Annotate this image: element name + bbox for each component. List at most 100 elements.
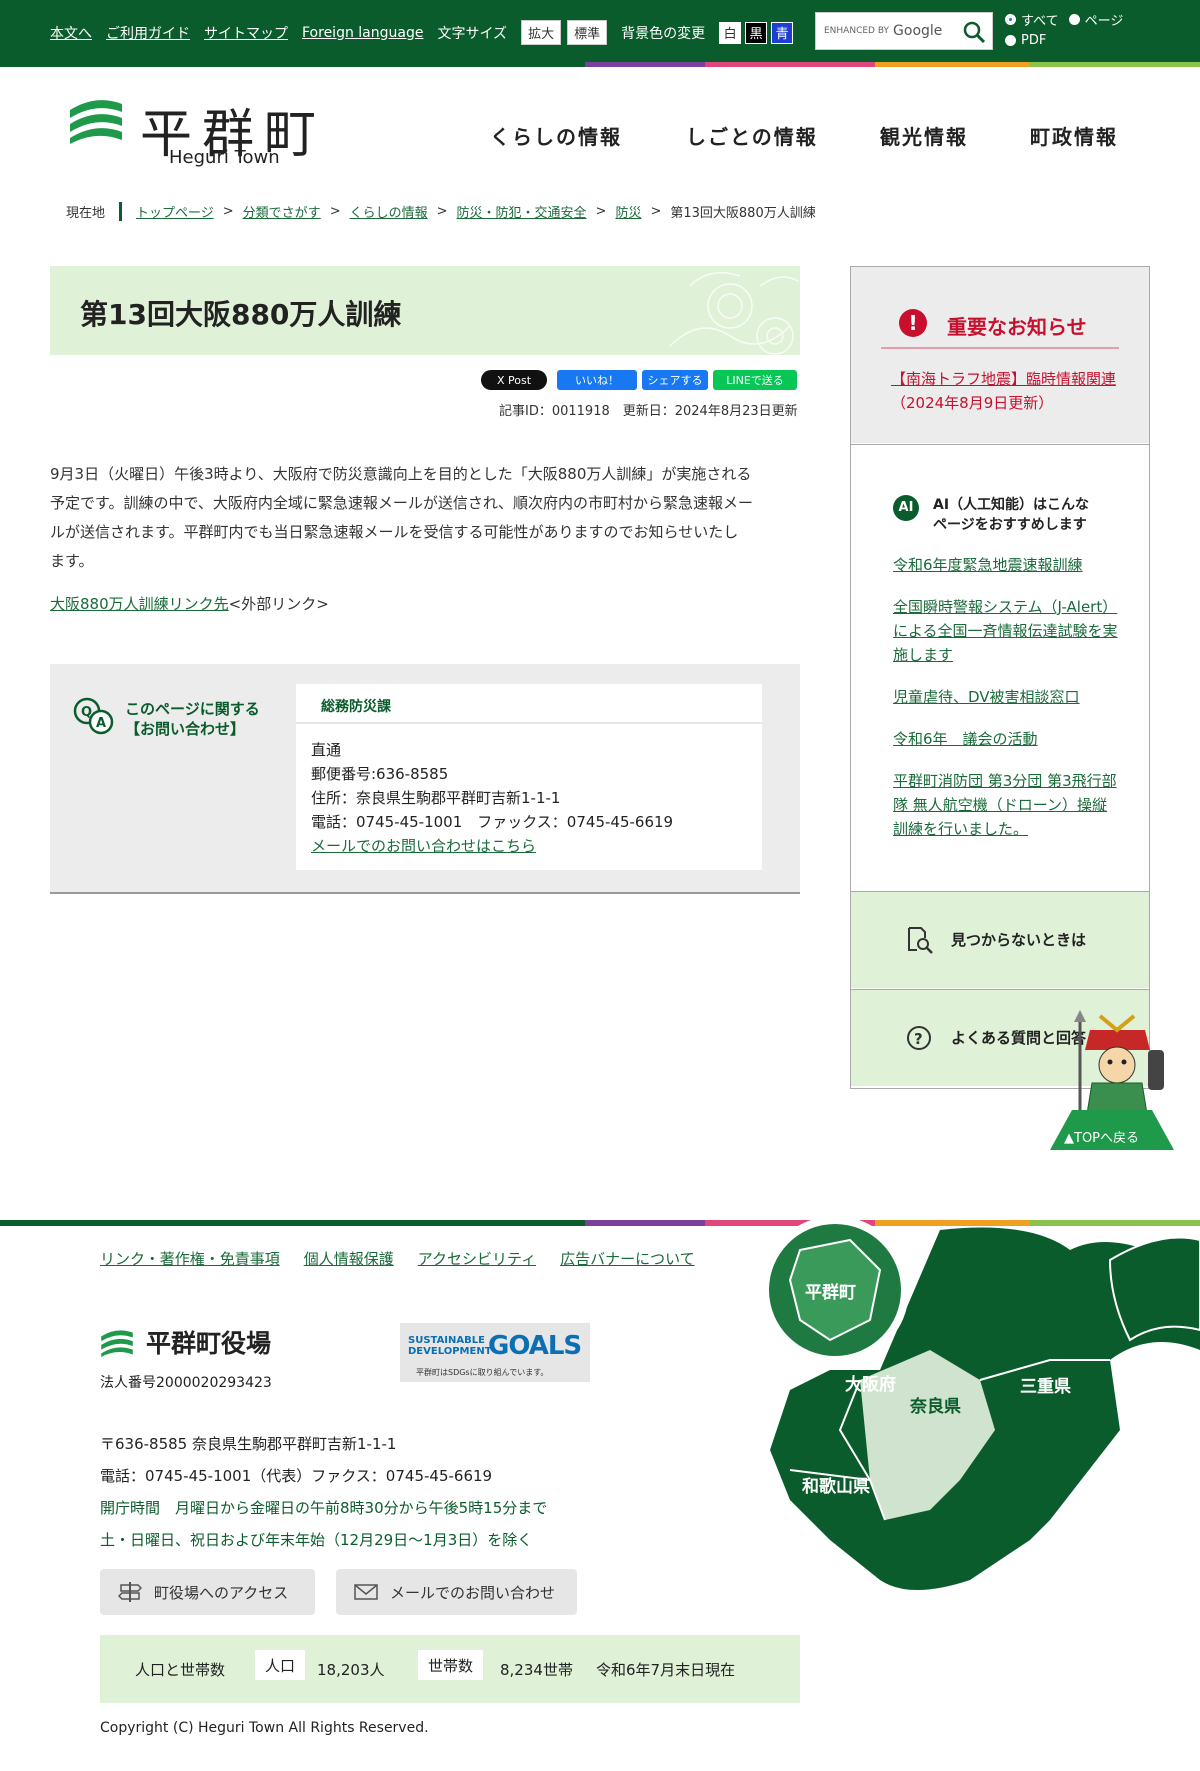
- sdgs-goals-text: GOALS: [488, 1331, 582, 1361]
- exclamation-icon: !: [899, 309, 927, 337]
- font-standard-button[interactable]: 標準: [567, 20, 608, 45]
- article-body-line: ます。: [50, 552, 94, 570]
- footer-link-ads[interactable]: 広告バナーについて: [560, 1248, 695, 1269]
- town-logo-english: Heguri Town: [169, 147, 280, 168]
- external-link-row: 大阪880万人訓練リンク先<外部リンク>: [50, 593, 329, 614]
- sitemap-link[interactable]: サイトマップ: [204, 23, 288, 43]
- office-phone: 電話：0745-45-1001（代表）ファクス：0745-45-6619: [100, 1467, 493, 1485]
- office-closed: 土・日曜日、祝日および年末年始（12月29日～1月3日）を除く: [100, 1531, 533, 1549]
- breadcrumb-current: 第13回大阪880万人訓練: [670, 206, 816, 221]
- mail-inquiry-button[interactable]: メールでのお問い合わせ: [336, 1569, 577, 1615]
- svg-text:A: A: [96, 716, 106, 731]
- ai-recommend: AI AI（人工知能）はこんな ページをおすすめします 令和6年度緊急地震速報訓…: [851, 444, 1149, 890]
- not-found-label: 見つからないときは: [951, 931, 1087, 949]
- osaka-training-link[interactable]: 大阪880万人訓練リンク先: [50, 595, 229, 613]
- contact-card: 総務防災課 直通 郵便番号:636-8585 住所：奈良県生駒郡平群町吉新1-1…: [296, 684, 762, 870]
- breadcrumb-disaster[interactable]: 防災: [615, 202, 641, 221]
- scope-page-label: ページ: [1084, 14, 1124, 29]
- page-title-box: 第13回大阪880万人訓練: [50, 266, 800, 355]
- mail-inquiry-label: メールでのお問い合わせ: [390, 1583, 556, 1602]
- recommend-link[interactable]: 令和6年度緊急地震速報訓練: [893, 553, 1118, 577]
- recommend-link[interactable]: 児童虐待、DV被害相談窓口: [893, 685, 1118, 709]
- population-bar: 人口と世帯数 人口 18,203人 世帯数 8,234世帯 令和6年7月末日現在: [100, 1635, 800, 1703]
- footer-links: リンク・著作権・免責事項 個人情報保護 アクセシビリティ 広告バナーについて: [100, 1248, 695, 1269]
- ai-recommend-title: AI（人工知能）はこんな ページをおすすめします: [933, 495, 1089, 535]
- sidebar: ! 重要なお知らせ 【南海トラフ地震】臨時情報関連 （2024年8月9日更新） A…: [850, 266, 1150, 1089]
- svg-text:?: ?: [914, 1030, 923, 1048]
- nankai-trough-link[interactable]: 【南海トラフ地震】臨時情報関連: [891, 370, 1116, 388]
- bg-black-button[interactable]: 黒: [745, 21, 768, 44]
- map-label-mie: 三重県: [1020, 1377, 1071, 1397]
- breadcrumb-category[interactable]: 分類でさがす: [243, 202, 321, 221]
- breadcrumb-sep: >: [329, 204, 341, 219]
- office-hours: 開庁時間 月曜日から金曜日の午前8時30分から午後5時15分まで: [100, 1499, 548, 1517]
- map-label-osaka: 大阪府: [845, 1375, 896, 1395]
- footer-link-privacy[interactable]: 個人情報保護: [304, 1248, 394, 1269]
- facebook-share-button[interactable]: シェアする: [642, 370, 708, 390]
- breadcrumb-top[interactable]: トップページ: [136, 202, 214, 221]
- town-logo-icon: [101, 1330, 133, 1357]
- font-enlarge-button[interactable]: 拡大: [521, 20, 562, 45]
- not-found-button[interactable]: 見つからないときは: [851, 891, 1149, 988]
- contact-line: 郵便番号:636-8585: [311, 765, 449, 783]
- important-notice-item: 【南海トラフ地震】臨時情報関連 （2024年8月9日更新）: [891, 367, 1121, 415]
- important-notice: ! 重要なお知らせ 【南海トラフ地震】臨時情報関連 （2024年8月9日更新）: [851, 267, 1149, 443]
- recommend-link[interactable]: 平群町消防団 第3分団 第3飛行部隊 無人航空機（ドローン）操縦訓練を行いました…: [893, 769, 1118, 841]
- nav-living[interactable]: くらしの情報: [490, 121, 622, 150]
- contact-mail-link[interactable]: メールでのお問い合わせはこちら: [311, 837, 536, 855]
- corporate-number: 法人番号2000020293423: [100, 1375, 272, 1391]
- town-logo-icon[interactable]: [68, 98, 124, 144]
- stripe: [0, 1220, 585, 1226]
- back-to-top-label: ▲TOPへ戻る: [1064, 1131, 1140, 1146]
- guide-link[interactable]: ご利用ガイド: [106, 23, 190, 43]
- divider: [881, 347, 1119, 349]
- breadcrumb-current-label: 現在地: [66, 202, 123, 221]
- scope-pdf-radio[interactable]: PDF: [1005, 33, 1046, 48]
- bg-blue-button[interactable]: 青: [771, 21, 794, 44]
- breadcrumb-safety[interactable]: 防災・防犯・交通安全: [457, 202, 587, 221]
- footer-link-accessibility[interactable]: アクセシビリティ: [418, 1248, 536, 1269]
- search-icon[interactable]: [962, 20, 986, 44]
- population-date: 令和6年7月末日現在: [596, 1661, 736, 1679]
- question-icon: ?: [907, 1026, 931, 1050]
- contact-line: 住所：奈良県生駒郡平群町吉新1-1-1: [311, 789, 561, 807]
- important-notice-title: 重要なお知らせ: [947, 315, 1087, 339]
- search-google-label: Google: [893, 23, 943, 39]
- breadcrumb: 現在地 トップページ > 分類でさがす > くらしの情報 > 防災・防犯・交通安全 > …: [66, 202, 816, 221]
- scope-pdf-label: PDF: [1021, 33, 1047, 48]
- scope-all-radio[interactable]: すべて: [1005, 10, 1059, 29]
- copyright: Copyright (C) Heguri Town All Rights Res…: [100, 1720, 429, 1736]
- page-title: 第13回大阪880万人訓練: [80, 298, 402, 331]
- breadcrumb-sep: >: [436, 204, 448, 219]
- recommend-link[interactable]: 全国瞬時警報システム（J-Alert）による全国一斉情報伝達試験を実施します: [893, 595, 1118, 667]
- x-post-button[interactable]: X Post: [481, 370, 547, 390]
- line-share-button[interactable]: LINEで送る: [713, 370, 797, 390]
- scope-page-radio[interactable]: ページ: [1068, 10, 1124, 29]
- contact-line: 電話：0745-45-1001 ファックス：0745-45-6619: [311, 813, 674, 831]
- facebook-like-button[interactable]: いいね！: [557, 370, 637, 390]
- external-link-note: <外部リンク>: [228, 595, 329, 613]
- breadcrumb-living[interactable]: くらしの情報: [350, 202, 428, 221]
- bg-white-button[interactable]: 白: [719, 21, 742, 44]
- stripe: [585, 62, 705, 67]
- foreign-language-link[interactable]: Foreign language: [302, 25, 423, 41]
- footer-link-legal[interactable]: リンク・著作権・免責事項: [100, 1248, 280, 1269]
- sdgs-banner-text: SUSTAINABLE DEVELOPMENT: [408, 1335, 492, 1357]
- recommend-link[interactable]: 令和6年 議会の活動: [893, 727, 1118, 751]
- article-body-line: ルが送信されます。平群町内でも当日緊急速報メールを受信する可能性がありますのでお…: [50, 523, 739, 541]
- divider: [296, 722, 762, 724]
- nav-town-admin[interactable]: 町政情報: [1030, 121, 1118, 150]
- nav-tourism[interactable]: 観光情報: [880, 121, 968, 150]
- access-button[interactable]: 町役場へのアクセス: [100, 1569, 315, 1615]
- regional-map: [761, 1220, 1200, 1590]
- sdgs-banner[interactable]: SUSTAINABLE DEVELOPMENT GOALS 平群町はSDGsに取り…: [400, 1323, 590, 1382]
- skip-to-content-link[interactable]: 本文へ: [50, 23, 92, 43]
- article-body: 9月3日（火曜日）午後3時より、大阪府で防災意識向上を目的とした「大阪880万人…: [50, 460, 800, 576]
- access-button-label: 町役場へのアクセス: [154, 1583, 289, 1602]
- article-body-line: 9月3日（火曜日）午後3時より、大阪府で防災意識向上を目的とした「大阪880万人…: [50, 465, 752, 483]
- contact-label-2: 【お問い合わせ】: [125, 720, 246, 738]
- scope-all-label: すべて: [1021, 14, 1059, 29]
- search-input[interactable]: ENHANCED BY Google: [815, 12, 993, 50]
- back-to-top-button[interactable]: ▲TOPへ戻る: [1050, 1110, 1174, 1150]
- nav-work[interactable]: しごとの情報: [686, 121, 818, 150]
